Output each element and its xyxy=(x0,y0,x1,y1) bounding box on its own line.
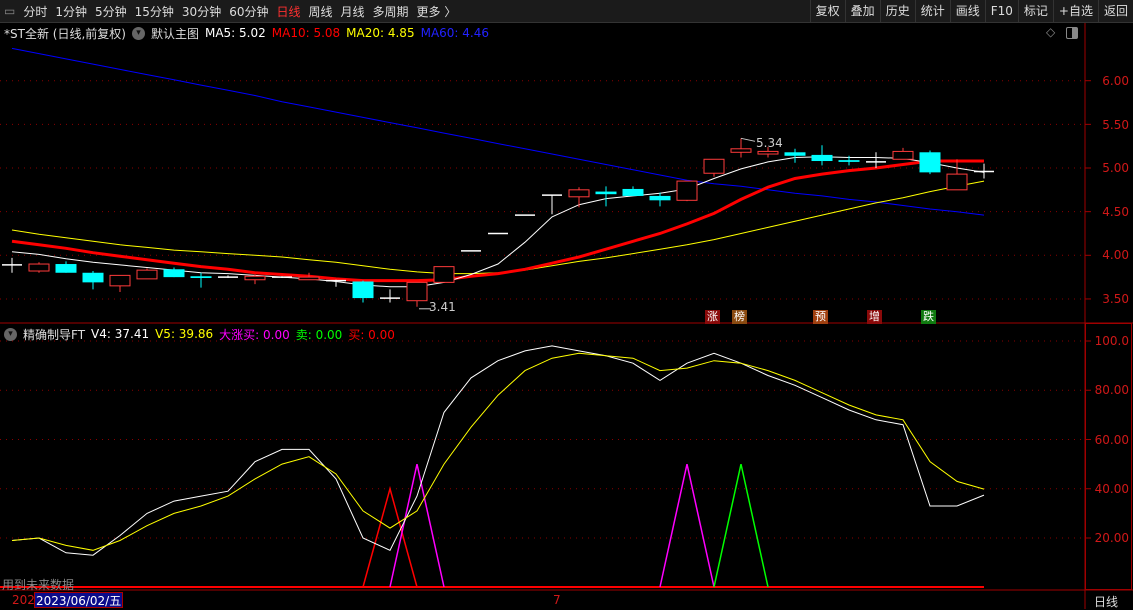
candle-up xyxy=(946,173,968,191)
v4-line xyxy=(11,345,985,556)
candle-down xyxy=(595,191,617,195)
candle-down xyxy=(163,269,185,278)
future-data-note: 用到未来数据 xyxy=(2,578,75,592)
candle-down xyxy=(190,276,212,278)
candle-down xyxy=(55,264,77,273)
candle-down xyxy=(838,160,860,162)
candle-up xyxy=(28,263,50,272)
indicator-axis-label: 100.0 xyxy=(1094,334,1129,348)
candle-up xyxy=(109,274,131,287)
indicator-axis-label: 40.00 xyxy=(1094,481,1129,496)
price-axis-label: 6.00 xyxy=(1102,74,1129,88)
period-label: 日线 xyxy=(1094,595,1119,609)
indicator-axis-frame xyxy=(1085,323,1132,590)
price-axis-label: 5.00 xyxy=(1102,161,1129,176)
candle-up xyxy=(433,266,455,283)
price-axis-label: 4.00 xyxy=(1102,248,1129,263)
candle-down xyxy=(649,195,671,201)
signal-spike xyxy=(713,463,769,588)
chart-canvas[interactable] xyxy=(0,0,1133,609)
candle-down xyxy=(82,272,104,283)
candle-up xyxy=(703,158,725,174)
event-tag[interactable]: 预 xyxy=(813,310,828,324)
price-axis-label: 3.50 xyxy=(1102,292,1129,306)
price-axis-label: 4.50 xyxy=(1102,204,1129,219)
year-prefix: 202 xyxy=(12,593,35,607)
high-arrow xyxy=(740,137,756,142)
event-tag[interactable]: 涨 xyxy=(705,310,720,324)
candle-up xyxy=(568,189,590,198)
indicator-axis-label: 80.00 xyxy=(1094,383,1129,398)
ma60-line xyxy=(11,47,985,216)
event-tag[interactable]: 跌 xyxy=(921,310,936,324)
event-tag[interactable]: 增 xyxy=(867,310,882,324)
high-price-label: 5.34 xyxy=(756,136,783,150)
candle-down xyxy=(622,188,644,196)
candle-up xyxy=(136,269,158,280)
candle-up xyxy=(676,180,698,201)
candle-up xyxy=(730,148,752,153)
candle-up xyxy=(406,281,428,302)
candle-down xyxy=(919,152,941,173)
month-mark: 7 xyxy=(553,593,561,607)
candle-up xyxy=(892,150,914,160)
candle-down xyxy=(784,152,806,156)
candle-down xyxy=(811,154,833,162)
signal-spike xyxy=(659,463,715,588)
event-tag[interactable]: 榜 xyxy=(732,310,747,324)
candle-down xyxy=(352,281,374,299)
candle-up xyxy=(244,275,266,281)
candle-up xyxy=(757,150,779,155)
price-axis-label: 5.50 xyxy=(1102,117,1129,132)
candle-up xyxy=(298,276,320,281)
signal-spike xyxy=(389,463,445,588)
ma10-line xyxy=(11,159,984,283)
ma5-line xyxy=(11,156,985,288)
low-price-label: 3.41 xyxy=(429,300,456,314)
crosshair-date: 2023/06/02/五 xyxy=(34,592,124,608)
v5-line xyxy=(11,352,985,551)
indicator-axis-label: 20.00 xyxy=(1094,531,1129,545)
indicator-axis-label: 60.00 xyxy=(1094,432,1129,447)
